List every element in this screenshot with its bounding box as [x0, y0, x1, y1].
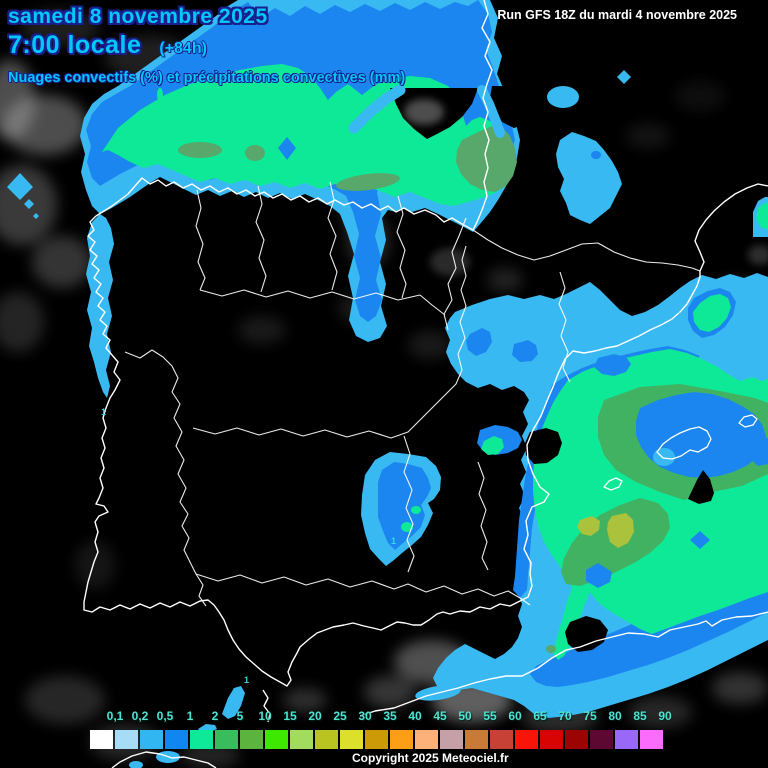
weather-map: [0, 0, 768, 768]
precip-cyan-detail-layer: [653, 448, 675, 466]
weather-map-screen: samedi 8 novembre 2025 7:00 locale (+84h…: [0, 0, 768, 768]
